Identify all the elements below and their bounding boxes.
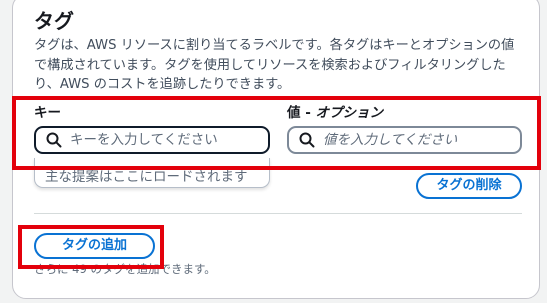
search-icon (46, 132, 62, 148)
section-title: タグ (34, 9, 74, 33)
add-tag-button[interactable]: タグの追加 (34, 233, 155, 259)
search-icon (299, 132, 315, 148)
value-label-main: 値 - (287, 105, 316, 121)
value-input[interactable] (323, 132, 513, 148)
divider (34, 213, 522, 214)
value-label: 値 - オプション (287, 104, 383, 122)
remaining-tags-hint: さらに 49 のタグを追加できます。 (34, 262, 216, 276)
key-label: キー (34, 105, 61, 121)
suggestions-loading-text: 主な提案はここにロードされます (45, 169, 248, 185)
key-suggestions-dropdown: 主な提案はここにロードされます (34, 158, 270, 188)
key-input-container[interactable] (34, 126, 270, 154)
remove-tag-button[interactable]: タグの削除 (416, 173, 522, 199)
section-description: タグは、AWS リソースに割り当てるラベルです。各タグはキーとオプションの値で構… (34, 38, 515, 92)
value-label-optional: オプション (315, 105, 384, 121)
key-input[interactable] (70, 132, 260, 148)
value-input-container[interactable] (287, 126, 522, 154)
